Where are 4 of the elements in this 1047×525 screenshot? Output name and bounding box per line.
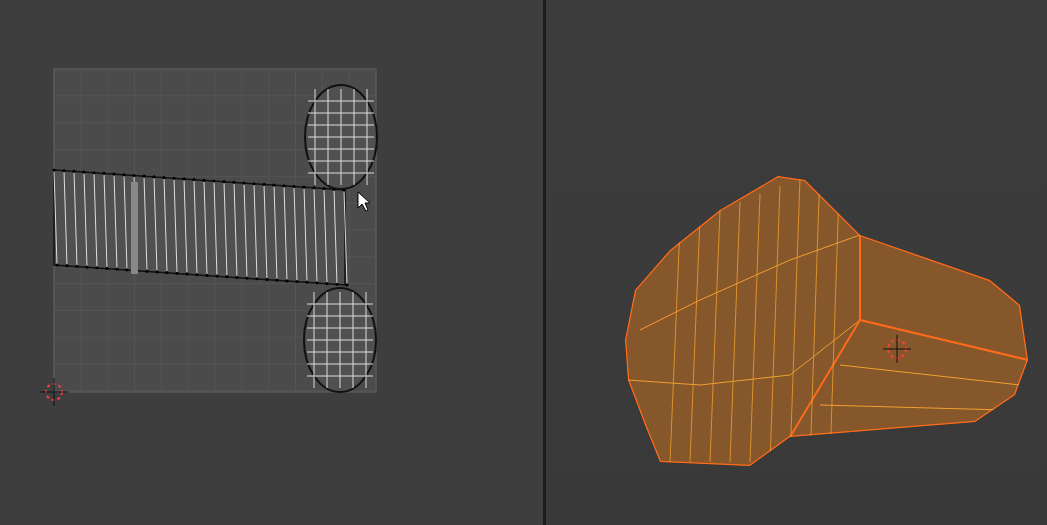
- cursor-icon: [882, 334, 912, 364]
- pointer-icon: [357, 191, 371, 212]
- cursor-icon: [39, 377, 69, 407]
- mesh-drawing[interactable]: [625, 176, 1028, 466]
